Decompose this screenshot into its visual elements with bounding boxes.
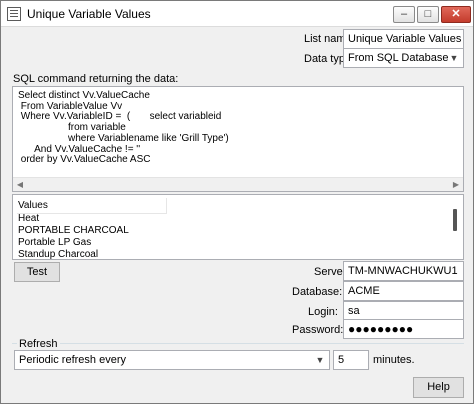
refresh-mode-value: Periodic refresh every <box>19 354 126 366</box>
horizontal-scrollbar[interactable]: ◀ ▶ <box>13 177 463 191</box>
test-button[interactable]: Test <box>14 262 60 282</box>
password-input[interactable]: ●●●●●●●●● <box>343 319 464 339</box>
close-button[interactable]: ✕ <box>441 6 471 23</box>
server-input[interactable]: TM-MNWACHUKWU1 <box>343 261 464 281</box>
list-name-input[interactable]: Unique Variable Values <box>343 29 464 49</box>
login-input[interactable]: sa <box>343 301 464 321</box>
minimize-icon: – <box>400 8 408 20</box>
chevron-down-icon[interactable]: ▼ <box>448 50 460 66</box>
data-type-value: From SQL Database <box>348 52 449 64</box>
sql-text: Select distinct Vv.ValueCache From Varia… <box>18 90 229 166</box>
refresh-units-label: minutes. <box>373 354 415 366</box>
dialog-window: Unique Variable Values – □ ✕ List name: … <box>0 0 474 404</box>
sql-command-textarea[interactable]: Select distinct Vv.ValueCache From Varia… <box>12 86 464 192</box>
list-item[interactable]: Standup Charcoal <box>18 249 98 260</box>
maximize-button[interactable]: □ <box>417 6 439 23</box>
refresh-interval-input[interactable]: 5 <box>333 350 369 370</box>
refresh-mode-select[interactable]: Periodic refresh every ▼ <box>14 350 330 370</box>
login-label: Login: <box>308 306 338 318</box>
password-label: Password: <box>292 324 344 336</box>
arrow-left-icon[interactable]: ◀ <box>13 178 27 192</box>
data-type-select[interactable]: From SQL Database ▼ <box>343 48 464 68</box>
values-column-header[interactable]: Values <box>17 198 167 214</box>
title-bar[interactable]: Unique Variable Values – □ ✕ <box>1 1 473 27</box>
database-input[interactable]: ACME <box>343 281 464 301</box>
list-item[interactable]: Heat <box>18 213 39 224</box>
values-list[interactable]: Values Heat PORTABLE CHARCOAL Portable L… <box>12 194 464 260</box>
values-header-label: Values <box>18 200 48 211</box>
list-item[interactable]: PORTABLE CHARCOAL <box>18 225 129 236</box>
maximize-icon: □ <box>424 8 432 20</box>
minimize-button[interactable]: – <box>393 6 415 23</box>
database-label: Database: <box>292 286 343 298</box>
list-icon <box>7 7 21 21</box>
window-title: Unique Variable Values <box>27 7 151 21</box>
sql-label: SQL command returning the data: <box>13 73 179 85</box>
vertical-scrollbar-thumb[interactable] <box>453 209 457 231</box>
close-icon: ✕ <box>451 8 461 20</box>
chevron-down-icon[interactable]: ▼ <box>314 352 326 368</box>
list-item[interactable]: Portable LP Gas <box>18 237 91 248</box>
refresh-group-title: Refresh <box>17 338 60 350</box>
arrow-right-icon[interactable]: ▶ <box>449 178 463 192</box>
help-button[interactable]: Help <box>413 377 464 398</box>
